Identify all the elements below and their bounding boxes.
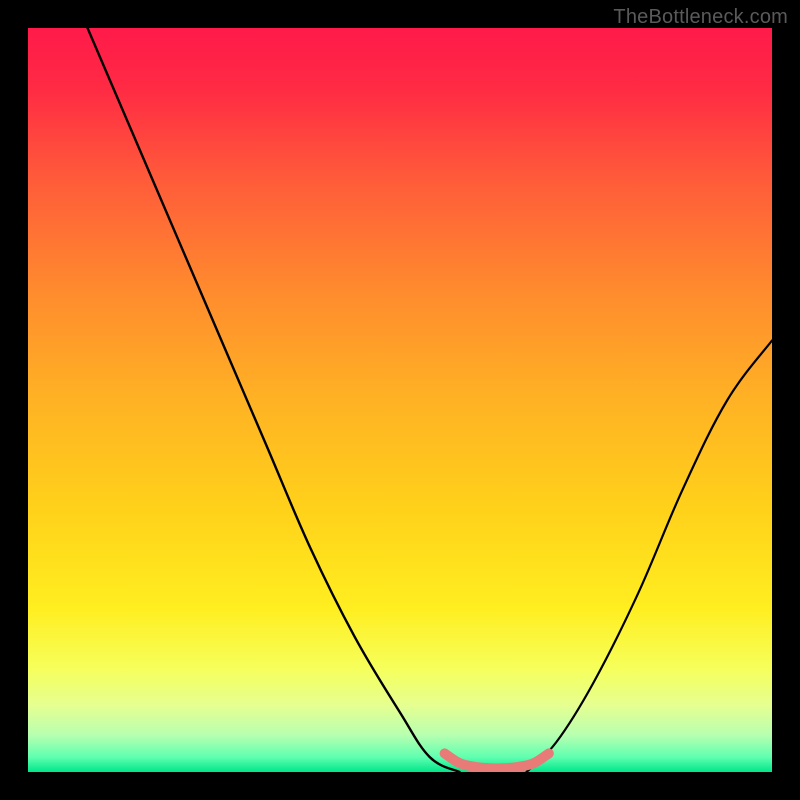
watermark-text: TheBottleneck.com [613, 6, 788, 29]
right-branch-curve [526, 340, 772, 772]
left-branch-curve [88, 28, 460, 772]
curve-layer [28, 28, 772, 772]
bottom-accent-curve [445, 753, 549, 768]
plot-area [28, 28, 772, 772]
outer-frame: TheBottleneck.com [0, 0, 800, 800]
